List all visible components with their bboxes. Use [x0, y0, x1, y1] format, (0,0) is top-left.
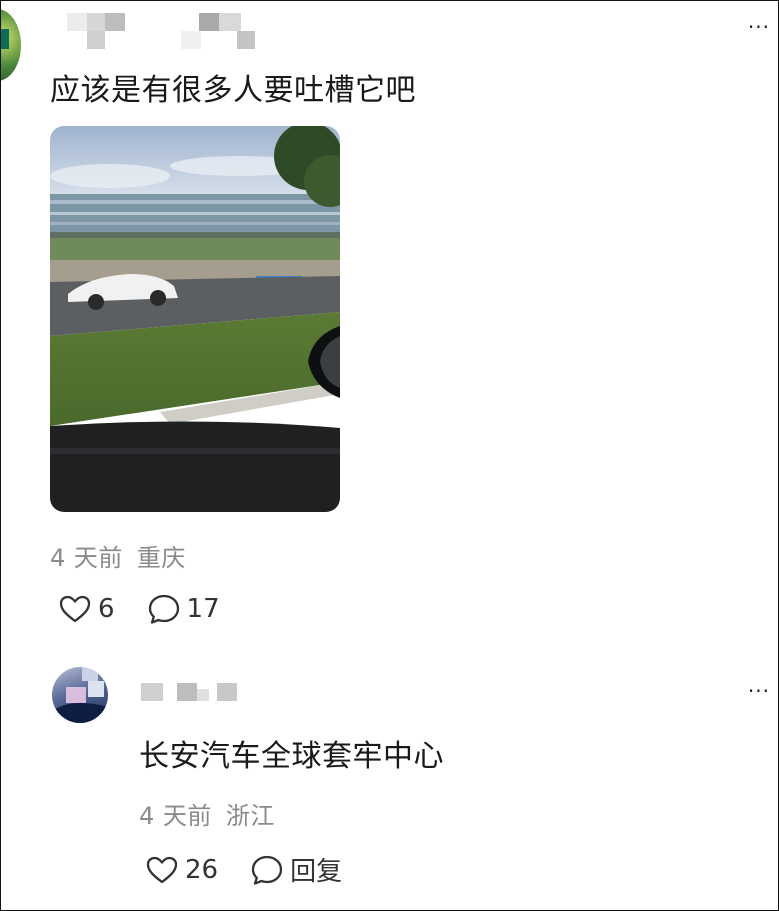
comment-bubble-icon	[147, 593, 181, 625]
location: 重庆	[136, 544, 186, 572]
location: 浙江	[225, 802, 275, 830]
heart-icon	[58, 594, 92, 624]
username-blurred[interactable]	[67, 13, 257, 49]
more-dots-icon[interactable]: ···	[748, 681, 770, 701]
comment-photo[interactable]	[50, 126, 340, 512]
comment-thread: ··· 应该是有很多人要吐槽它吧 4 天前 重庆 6 17 ··· 长安汽车全球…	[0, 0, 779, 911]
username-blurred[interactable]	[141, 683, 241, 703]
comment-actions: 26 回复	[145, 851, 342, 888]
more-dots-icon[interactable]: ···	[748, 17, 770, 37]
like-button[interactable]: 6	[58, 594, 115, 624]
comment-bubble-icon	[250, 854, 284, 886]
timestamp: 4 天前	[139, 802, 212, 830]
reply-label: 回复	[290, 857, 343, 887]
reply-button[interactable]: 回复	[250, 851, 342, 888]
reply-count: 17	[186, 594, 220, 624]
like-count: 6	[98, 594, 115, 624]
comment-text: 应该是有很多人要吐槽它吧	[50, 73, 416, 108]
like-button[interactable]: 26	[145, 855, 218, 885]
comment-meta: 4 天前 浙江	[139, 796, 275, 831]
comment-meta: 4 天前 重庆	[50, 538, 186, 573]
comment-actions: 6 17	[58, 593, 220, 625]
avatar[interactable]	[1, 9, 21, 81]
timestamp: 4 天前	[50, 544, 123, 572]
heart-icon	[145, 855, 179, 885]
reply-button[interactable]: 17	[147, 593, 220, 625]
comment-text: 长安汽车全球套牢中心	[139, 739, 444, 774]
avatar[interactable]	[52, 667, 108, 723]
like-count: 26	[185, 854, 219, 885]
